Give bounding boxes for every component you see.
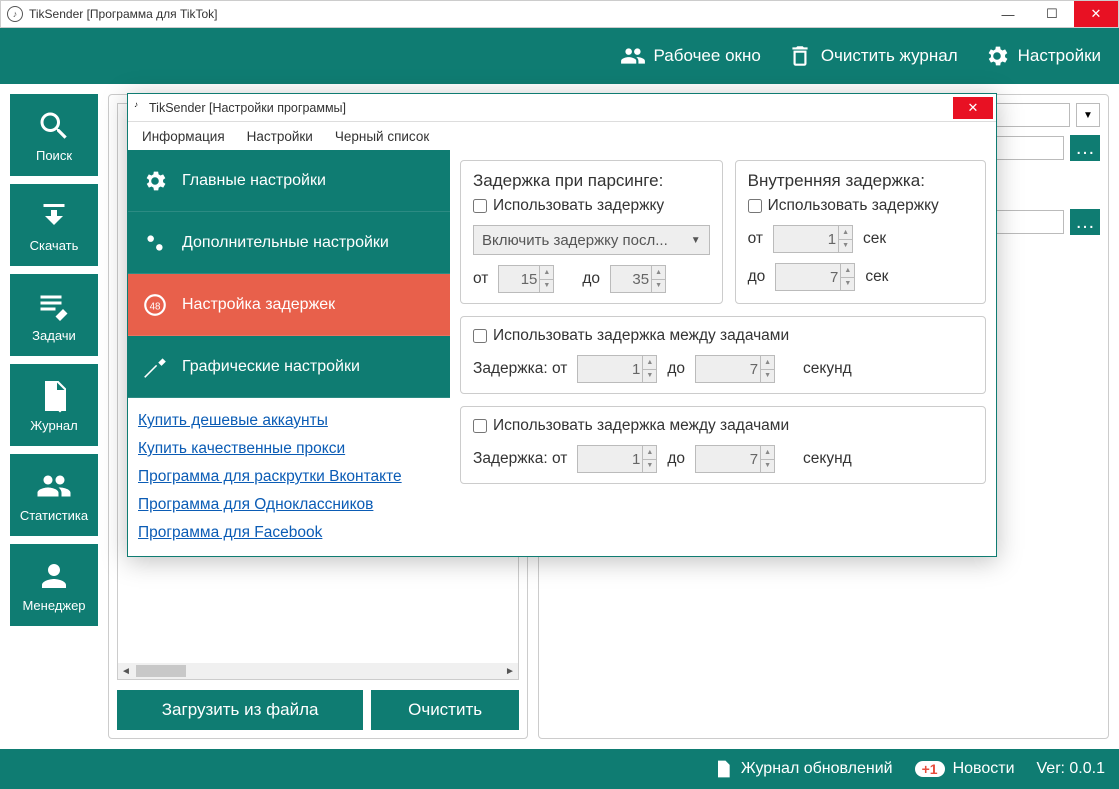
dialog-links: Купить дешевые аккаунты Купить качествен… (128, 398, 450, 556)
news-button[interactable]: +1 Новости (915, 760, 1015, 778)
settings-dialog: ♪ TikSender [Настройки программы] ✕ Инфо… (127, 93, 997, 557)
clear-log-button[interactable]: Очистить журнал (787, 43, 958, 69)
close-button[interactable]: ✕ (1074, 1, 1118, 27)
stats-icon (36, 468, 72, 504)
workspace-button[interactable]: Рабочее окно (620, 43, 761, 69)
gears-icon (142, 230, 168, 256)
tasks-delay-1-checkbox[interactable]: Использовать задержка между задачами (473, 327, 973, 345)
header: Рабочее окно Очистить журнал Настройки (0, 28, 1119, 84)
clear-button[interactable]: Очистить (371, 690, 519, 730)
changelog-label: Журнал обновлений (741, 760, 893, 778)
sidebar-stats-label: Статистика (20, 508, 88, 523)
changelog-button[interactable]: Журнал обновлений (713, 759, 893, 779)
inner-delay-box: Внутренняя задержка: Использовать задерж… (735, 160, 986, 304)
settings-button[interactable]: Настройки (984, 43, 1101, 69)
tab-graphics-settings[interactable]: Графические настройки (128, 336, 450, 398)
scroll-thumb[interactable] (136, 665, 186, 677)
dialog-sidebar: Главные настройки Дополнительные настрой… (128, 150, 450, 556)
sidebar-manager-label: Менеджер (22, 598, 85, 613)
horizontal-scrollbar[interactable]: ◄ ► (118, 663, 518, 679)
document-icon (713, 759, 733, 779)
search-icon (36, 108, 72, 144)
tab-main-settings[interactable]: Главные настройки (128, 150, 450, 212)
maximize-button[interactable]: ☐ (1030, 1, 1074, 27)
download-icon (36, 198, 72, 234)
parse-delay-box: Задержка при парсинге: Использовать заде… (460, 160, 723, 304)
scroll-right-arrow[interactable]: ► (502, 666, 518, 677)
load-file-button[interactable]: Загрузить из файла (117, 690, 363, 730)
tasks-delay-box-2: Использовать задержка между задачами Зад… (460, 406, 986, 484)
sidebar-search-label: Поиск (36, 148, 72, 163)
scroll-left-arrow[interactable]: ◄ (118, 666, 134, 677)
clear-log-label: Очистить журнал (821, 46, 958, 66)
svg-text:48: 48 (150, 301, 161, 312)
link-facebook[interactable]: Программа для Facebook (138, 524, 440, 542)
tasks1-from-spinner[interactable]: ▲▼ (577, 355, 657, 383)
dialog-app-icon: ♪ (134, 100, 149, 115)
tasks1-to-spinner[interactable]: ▲▼ (695, 355, 775, 383)
version-label: Ver: 0.0.1 (1037, 760, 1106, 778)
menu-info[interactable]: Информация (142, 129, 225, 144)
sidebar-download[interactable]: Скачать (10, 184, 98, 266)
sidebar-search[interactable]: Поиск (10, 94, 98, 176)
window-title: TikSender [Программа для TikTok] (29, 7, 986, 21)
parse-delay-title: Задержка при парсинге: (473, 171, 710, 191)
link-buy-proxies[interactable]: Купить качественные прокси (138, 440, 440, 458)
parse-to-spinner[interactable]: ▲▼ (610, 265, 666, 293)
wrench-icon (142, 354, 168, 380)
link-vkontakte[interactable]: Программа для раскрутки Вконтакте (138, 468, 440, 486)
sidebar-tasks-label: Задачи (32, 328, 76, 343)
sidebar-download-label: Скачать (30, 238, 79, 253)
chevron-down-icon: ▼ (691, 235, 701, 246)
sidebar-log[interactable]: Журнал (10, 364, 98, 446)
gear-icon (984, 43, 1010, 69)
users-icon (620, 43, 646, 69)
tab-extra-settings[interactable]: Дополнительные настройки (128, 212, 450, 274)
news-label: Новости (953, 760, 1015, 778)
dialog-main: Задержка при парсинге: Использовать заде… (450, 150, 996, 556)
tasks-delay-box-1: Использовать задержка между задачами Зад… (460, 316, 986, 394)
minimize-button[interactable]: — (986, 1, 1030, 27)
parse-from-spinner[interactable]: ▲▼ (498, 265, 554, 293)
inner-delay-checkbox[interactable]: Использовать задержку (748, 197, 973, 215)
right-select-1-drop[interactable]: ▼ (1076, 103, 1100, 127)
parse-delay-select[interactable]: Включить задержку посл...▼ (473, 225, 710, 255)
news-badge: +1 (915, 761, 945, 777)
inner-delay-title: Внутренняя задержка: (748, 171, 973, 191)
sidebar-log-label: Журнал (30, 418, 77, 433)
dialog-title: TikSender [Настройки программы] (149, 101, 953, 115)
right-browse-2[interactable]: … (1070, 209, 1100, 235)
tasks-delay-2-checkbox[interactable]: Использовать задержка между задачами (473, 417, 973, 435)
sidebar-stats[interactable]: Статистика (10, 454, 98, 536)
gear-icon (142, 168, 168, 194)
menu-blacklist[interactable]: Черный список (335, 129, 429, 144)
tasks2-from-spinner[interactable]: ▲▼ (577, 445, 657, 473)
tab-delay-settings[interactable]: 48 Настройка задержек (128, 274, 450, 336)
titlebar: ♪ TikSender [Программа для TikTok] — ☐ ✕ (0, 0, 1119, 28)
menu-settings[interactable]: Настройки (247, 129, 313, 144)
sidebar-tasks[interactable]: Задачи (10, 274, 98, 356)
workspace-label: Рабочее окно (654, 46, 761, 66)
sidebar-manager[interactable]: Менеджер (10, 544, 98, 626)
app-icon: ♪ (7, 6, 23, 22)
link-odnoklassniki[interactable]: Программа для Одноклассников (138, 496, 440, 514)
link-buy-accounts[interactable]: Купить дешевые аккаунты (138, 412, 440, 430)
dialog-close-button[interactable]: ✕ (953, 97, 993, 119)
dialog-titlebar: ♪ TikSender [Настройки программы] ✕ (128, 94, 996, 122)
footer: Журнал обновлений +1 Новости Ver: 0.0.1 (0, 749, 1119, 789)
tasks2-to-spinner[interactable]: ▲▼ (695, 445, 775, 473)
manager-icon (36, 558, 72, 594)
settings-label: Настройки (1018, 46, 1101, 66)
timer-icon: 48 (142, 292, 168, 318)
sidebar: Поиск Скачать Задачи Журнал Статистика М… (10, 94, 98, 739)
tasks-icon (36, 288, 72, 324)
trash-icon (787, 43, 813, 69)
inner-from-spinner[interactable]: ▲▼ (773, 225, 853, 253)
inner-to-spinner[interactable]: ▲▼ (775, 263, 855, 291)
log-icon (36, 378, 72, 414)
right-browse-1[interactable]: … (1070, 135, 1100, 161)
parse-delay-checkbox[interactable]: Использовать задержку (473, 197, 710, 215)
dialog-menu: Информация Настройки Черный список (128, 122, 996, 150)
